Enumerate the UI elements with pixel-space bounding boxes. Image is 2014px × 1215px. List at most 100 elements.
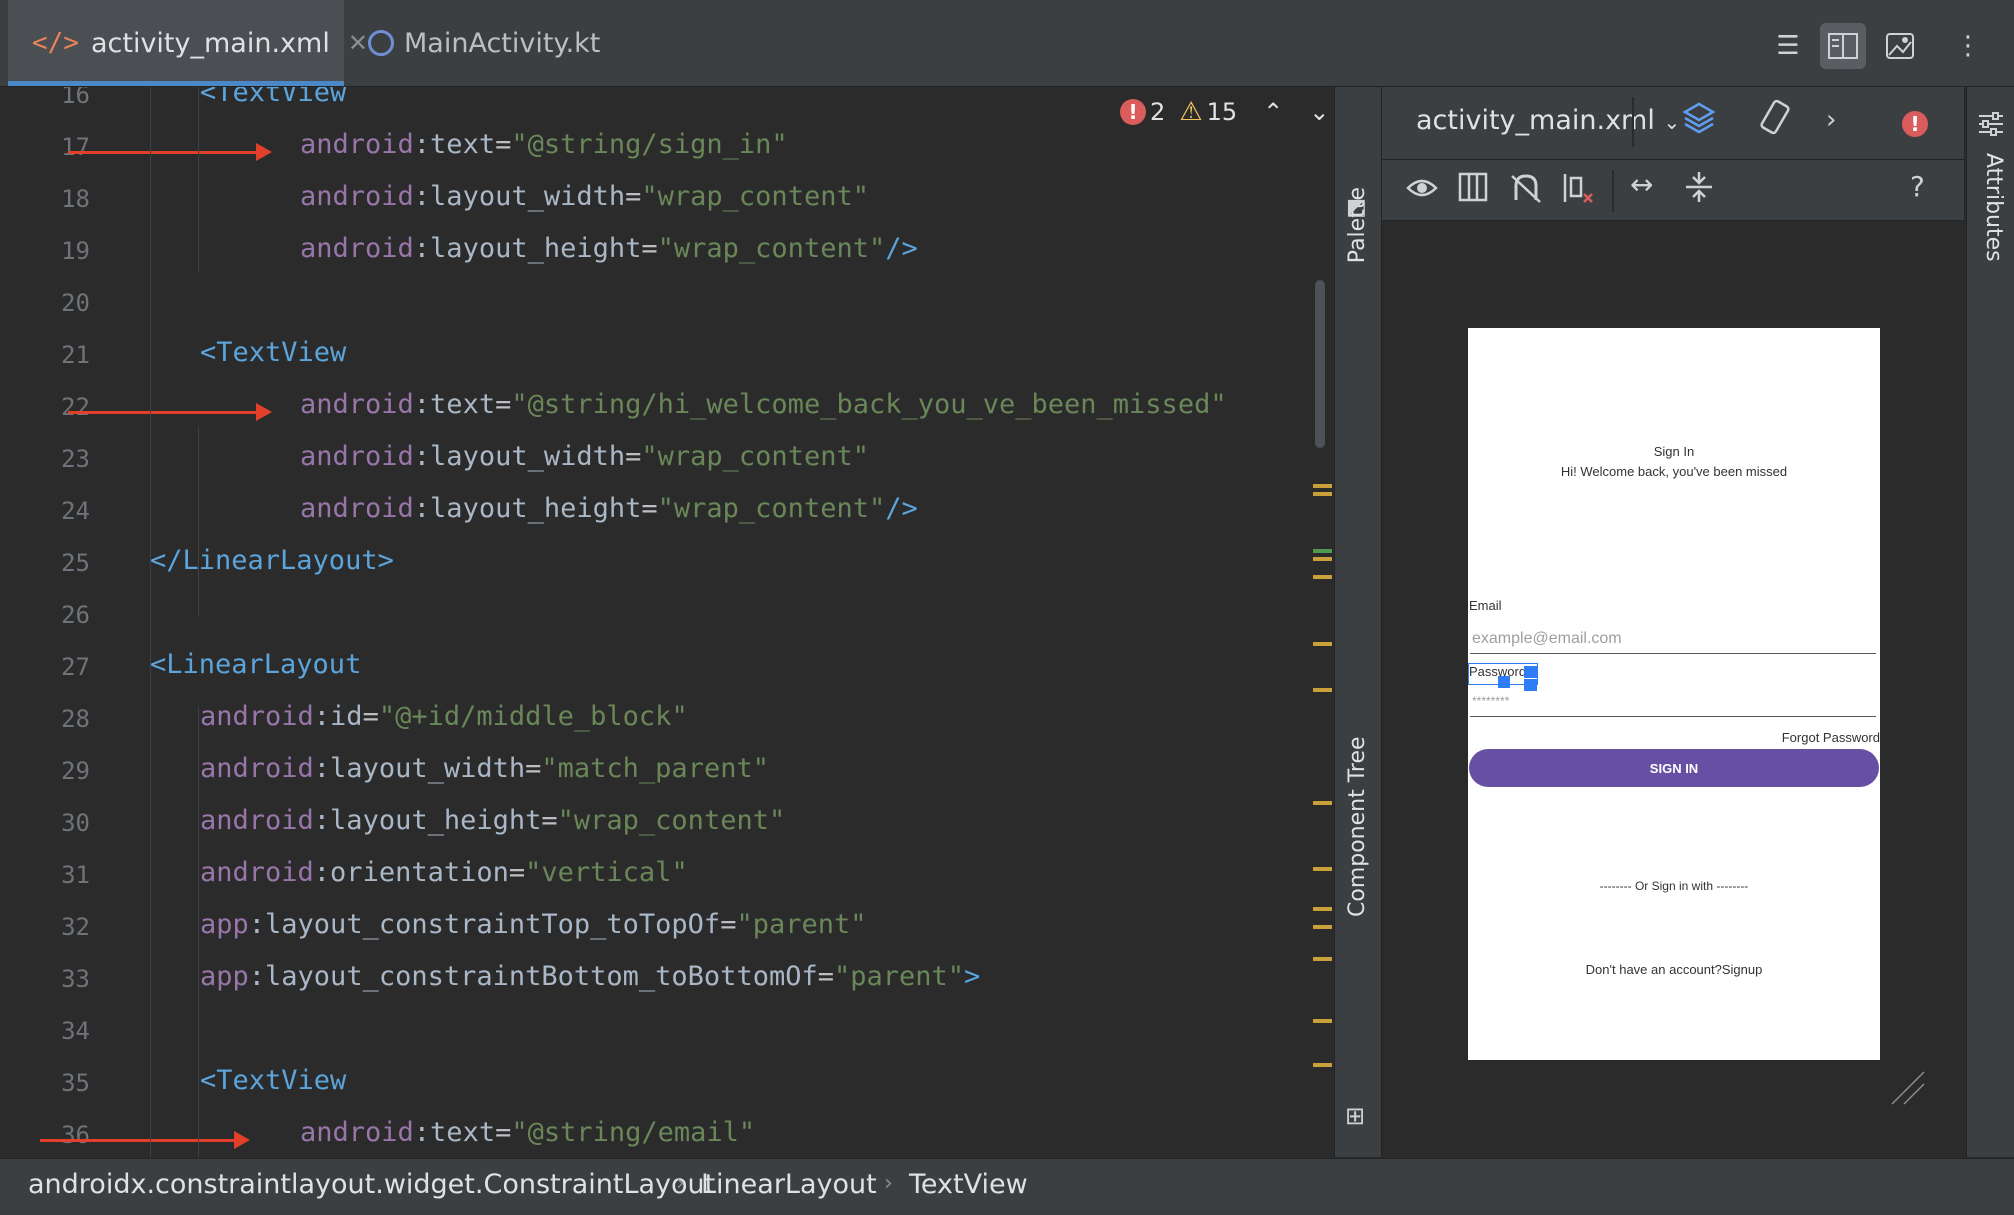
design-toolbar-bottom: ↔ ?: [1382, 160, 1964, 221]
code-token: :layout_width: [413, 441, 626, 472]
annotation-arrow: [68, 403, 272, 421]
scrollbar-marker[interactable]: [1313, 549, 1332, 553]
preview-signup-text[interactable]: Don't have an account?Signup: [1468, 962, 1880, 977]
code-view-icon[interactable]: ☰: [1765, 23, 1811, 69]
line-number: 19: [61, 237, 90, 265]
chevron-right-icon[interactable]: ›: [1826, 105, 1836, 135]
next-highlight-icon[interactable]: ⌄: [1309, 98, 1329, 126]
tab-mainactivity-kt[interactable]: MainActivity.kt: [368, 0, 600, 86]
scrollbar-marker[interactable]: [1313, 484, 1332, 488]
vertical-collapse-icon[interactable]: [1684, 170, 1714, 211]
palette-icon: ◩: [1346, 195, 1367, 220]
code-token: <LinearLayout: [150, 649, 362, 680]
code-line[interactable]: </LinearLayout>: [150, 545, 394, 576]
resize-handle-icon[interactable]: [1890, 1070, 1926, 1110]
scrollbar-marker[interactable]: [1313, 867, 1332, 871]
tab-activity-main-xml[interactable]: </> activity_main.xml ✕: [8, 0, 368, 86]
preview-sign-in-button[interactable]: SIGN IN: [1469, 749, 1879, 787]
code-line[interactable]: android:text="@string/sign_in": [300, 129, 788, 160]
code-token: =: [641, 233, 658, 264]
code-token: :layout_width: [313, 753, 526, 784]
design-surface-icon[interactable]: [1682, 101, 1716, 142]
preview-password-input[interactable]: ********: [1472, 694, 1509, 708]
code-line[interactable]: android:id="@+id/middle_block": [200, 701, 688, 732]
more-options-icon[interactable]: ⋮: [1945, 23, 1991, 69]
code-token: app: [200, 961, 249, 992]
code-token: "match_parent": [541, 753, 769, 784]
code-line[interactable]: android:layout_width="wrap_content": [300, 441, 869, 472]
previous-highlight-icon[interactable]: ⌃: [1263, 98, 1283, 126]
code-line[interactable]: <TextView: [200, 337, 346, 368]
scrollbar-marker[interactable]: [1313, 925, 1332, 929]
code-line[interactable]: android:layout_width="wrap_content": [300, 181, 869, 212]
scrollbar-marker[interactable]: [1313, 557, 1332, 561]
eye-icon[interactable]: [1406, 172, 1438, 211]
code-token: "@string/hi_welcome_back_you_ve_been_mis…: [511, 389, 1227, 420]
code-line[interactable]: app:layout_constraintBottom_toBottomOf="…: [200, 961, 980, 992]
scrollbar-marker[interactable]: [1313, 957, 1332, 961]
inspection-widget[interactable]: ! 2 ⚠ 15 ⌃ ⌄: [1120, 97, 1329, 127]
code-token: :text: [413, 389, 496, 420]
scrollbar-marker[interactable]: [1313, 907, 1332, 911]
scrollbar-marker[interactable]: [1313, 801, 1332, 805]
code-token: android: [300, 129, 414, 160]
selection-handle[interactable]: [1498, 676, 1510, 688]
preview-forgot-password[interactable]: Forgot Password: [1782, 730, 1880, 745]
code-token: </LinearLayout>: [150, 545, 394, 576]
code-token: "wrap_content": [657, 493, 886, 524]
columns-icon[interactable]: [1458, 172, 1488, 209]
issues-icon[interactable]: !: [1902, 111, 1928, 137]
preview-title[interactable]: Sign In: [1468, 444, 1880, 459]
code-token: :orientation: [313, 857, 509, 888]
breadcrumb-item-constraintlayout[interactable]: androidx.constraintlayout.widget.Constra…: [28, 1169, 715, 1200]
scrollbar-marker[interactable]: [1313, 1063, 1332, 1067]
code-line[interactable]: android:orientation="vertical": [200, 857, 688, 888]
code-token: :text: [413, 1117, 496, 1148]
selection-handle[interactable]: [1524, 679, 1537, 691]
code-line[interactable]: android:layout_height="wrap_content"/>: [300, 233, 918, 264]
attributes-icon: [1977, 111, 2005, 141]
scrollbar-marker[interactable]: [1313, 688, 1332, 692]
code-line[interactable]: android:layout_height="wrap_content": [200, 805, 785, 836]
preview-or-sign-in-with[interactable]: -------- Or Sign in with --------: [1468, 879, 1880, 893]
preview-subtitle[interactable]: Hi! Welcome back, you've been missed: [1468, 464, 1880, 479]
code-line[interactable]: app:layout_constraintTop_toTopOf="parent…: [200, 909, 867, 940]
code-line[interactable]: android:text="@string/hi_welcome_back_yo…: [300, 389, 1227, 420]
code-token: =: [495, 1117, 512, 1148]
split-view-icon[interactable]: [1820, 23, 1866, 69]
close-tab-icon[interactable]: ✕: [348, 29, 368, 57]
magnet-off-icon[interactable]: [1510, 172, 1542, 211]
selection-handle[interactable]: [1524, 666, 1537, 678]
editor-scrollbar-thumb[interactable]: [1315, 280, 1325, 448]
component-tree-tab[interactable]: Component Tree: [1345, 736, 1370, 917]
scrollbar-marker[interactable]: [1313, 1019, 1332, 1023]
attributes-tab[interactable]: Attributes: [1981, 153, 2006, 262]
design-view-icon[interactable]: [1877, 23, 1923, 69]
horizontal-expand-icon[interactable]: ↔: [1630, 168, 1653, 201]
code-line[interactable]: <LinearLayout: [150, 649, 361, 680]
code-token: android: [200, 753, 314, 784]
code-line[interactable]: <TextView: [200, 87, 346, 108]
layout-file-selector[interactable]: activity_main.xml ⌄: [1416, 105, 1680, 136]
scrollbar-marker[interactable]: [1313, 492, 1332, 496]
breadcrumb-item-linearlayout[interactable]: LinearLayout: [701, 1169, 877, 1200]
editor-tab-bar: </> activity_main.xml ✕ MainActivity.kt …: [0, 0, 2014, 87]
code-line[interactable]: android:layout_height="wrap_content"/>: [300, 493, 918, 524]
code-line[interactable]: android:text="@string/email": [300, 1117, 755, 1148]
line-number: 30: [61, 809, 90, 837]
error-icon: !: [1120, 99, 1146, 125]
help-icon[interactable]: ?: [1910, 170, 1925, 203]
preview-email-label[interactable]: Email: [1469, 598, 1502, 613]
code-line[interactable]: <TextView: [200, 1065, 346, 1096]
scrollbar-marker[interactable]: [1313, 642, 1332, 646]
device-preview[interactable]: Sign In Hi! Welcome back, you've been mi…: [1468, 328, 1880, 1060]
breadcrumb-item-textview[interactable]: TextView: [909, 1169, 1028, 1200]
orientation-icon[interactable]: [1758, 99, 1792, 142]
preview-email-input[interactable]: example@email.com: [1472, 630, 1622, 648]
scrollbar-marker[interactable]: [1313, 575, 1332, 579]
code-line[interactable]: android:layout_width="match_parent": [200, 753, 769, 784]
clear-constraints-icon[interactable]: [1562, 172, 1594, 211]
code-token: =: [495, 129, 512, 160]
code-editor[interactable]: 16 17 18 19 20 21 22 23 24 25 26 27 28 29 30 31 32 33 34 35…: [8, 87, 1332, 1157]
code-token: android: [200, 701, 314, 732]
